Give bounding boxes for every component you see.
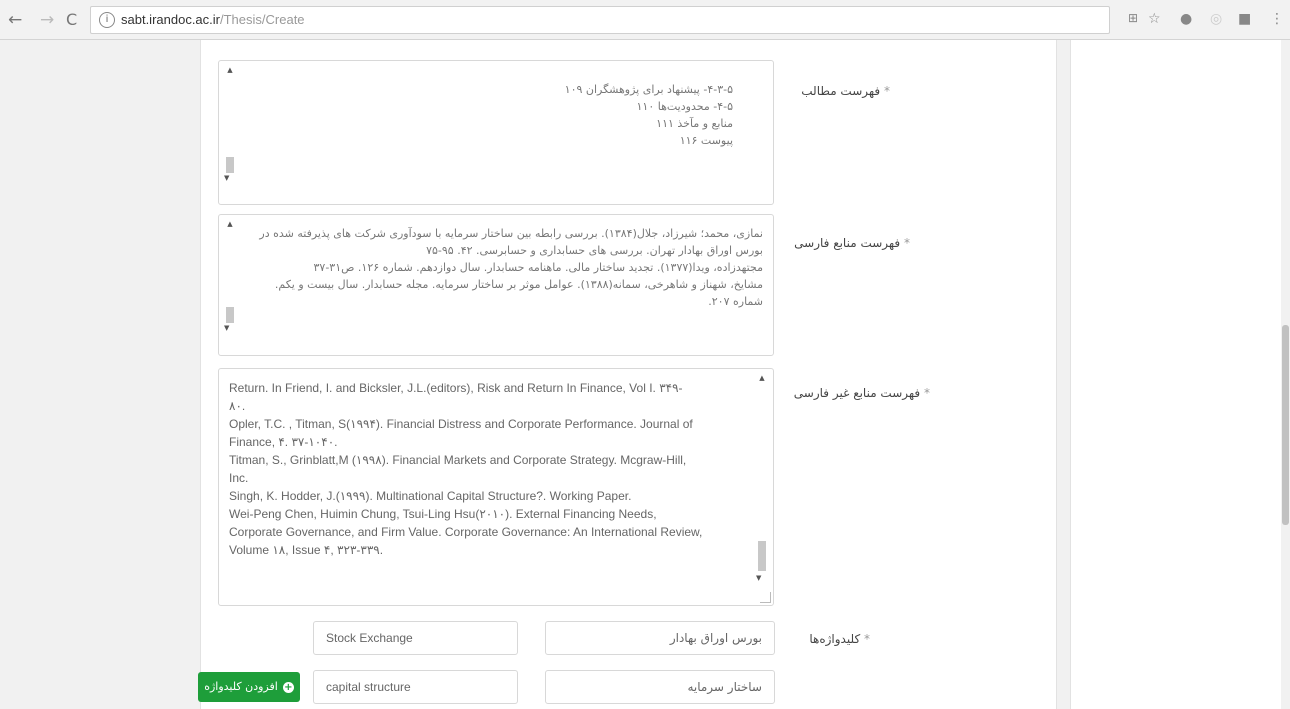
- forward-arrow-icon[interactable]: →: [40, 10, 54, 30]
- resize-grip-icon[interactable]: [760, 592, 771, 603]
- page-scrollbar[interactable]: [1281, 40, 1290, 709]
- keyword-fa-input[interactable]: ساختار سرمایه: [545, 670, 775, 704]
- back-arrow-icon[interactable]: ←: [8, 10, 22, 30]
- reload-icon[interactable]: C: [66, 10, 77, 30]
- persian-refs-text: نمازی، محمد؛ شیرزاد، جلال(۱۳۸۴). بررسی ر…: [259, 227, 763, 308]
- scroll-up-icon[interactable]: ▲: [224, 65, 236, 75]
- kebab-menu-icon[interactable]: ⋮: [1270, 11, 1284, 27]
- keyword-en-input[interactable]: capital structure: [313, 670, 518, 704]
- keyword-fa-input[interactable]: بورس اوراق بهادار: [545, 621, 775, 655]
- page-scrollbar-thumb[interactable]: [1282, 325, 1289, 525]
- extension-icon[interactable]: ●: [1180, 11, 1192, 27]
- side-panel: [1070, 40, 1281, 709]
- add-keyword-button[interactable]: +افزودن کلیدواژه: [198, 672, 300, 702]
- scroll-up-icon[interactable]: ▲: [224, 219, 236, 229]
- star-icon[interactable]: ☆: [1148, 11, 1161, 27]
- textarea-scrollbar-thumb[interactable]: [226, 157, 234, 173]
- scroll-down-icon[interactable]: ▼: [756, 573, 761, 583]
- foreign-refs-text: Return. In Friend, I. and Bicksler, J.L.…: [229, 381, 703, 557]
- translate-icon[interactable]: ⊞: [1128, 11, 1138, 25]
- scroll-down-icon[interactable]: ▼: [224, 173, 229, 183]
- plus-circle-icon: +: [282, 682, 294, 693]
- textarea-scrollbar[interactable]: ▲ ▼: [224, 219, 236, 332]
- toc-text: ۴-۳-۵- پیشنهاد برای پژوهشگران ۱۰۹ ۴-۵- م…: [564, 83, 733, 147]
- foreign-refs-textarea[interactable]: Return. In Friend, I. and Bicksler, J.L.…: [218, 368, 774, 606]
- keywords-label: * کلیدواژه‌ها: [809, 632, 870, 646]
- address-bar[interactable]: i sabt.irandoc.ac.ir/Thesis/Create: [90, 6, 1110, 34]
- browser-toolbar: ← → C i sabt.irandoc.ac.ir/Thesis/Create…: [0, 0, 1290, 40]
- url-path: /Thesis/Create: [220, 12, 305, 27]
- textarea-scrollbar[interactable]: ▲ ▼: [756, 373, 768, 582]
- persian-refs-textarea[interactable]: ▲ ▼ نمازی، محمد؛ شیرزاد، جلال(۱۳۸۴). برر…: [218, 214, 774, 356]
- extension-icon[interactable]: ■: [1238, 11, 1251, 27]
- toc-label: * فهرست مطالب: [801, 84, 890, 98]
- keyword-en-input[interactable]: Stock Exchange: [313, 621, 518, 655]
- extension-icon[interactable]: ◎: [1210, 11, 1222, 27]
- scroll-up-icon[interactable]: ▲: [756, 373, 768, 383]
- textarea-scrollbar-thumb[interactable]: [226, 307, 234, 323]
- textarea-scrollbar[interactable]: ▲ ▼: [224, 65, 236, 182]
- persian-refs-label: * فهرست منابع فارسی: [794, 236, 910, 250]
- url-text: sabt.irandoc.ac.ir/Thesis/Create: [121, 12, 305, 27]
- scroll-down-icon[interactable]: ▼: [224, 323, 229, 333]
- toc-textarea[interactable]: ▲ ▼ ۴-۳-۵- پیشنهاد برای پژوهشگران ۱۰۹ ۴-…: [218, 60, 774, 205]
- foreign-refs-label: * فهرست منابع غیر فارسی: [793, 386, 930, 400]
- textarea-scrollbar-thumb[interactable]: [758, 541, 766, 571]
- info-icon[interactable]: i: [99, 12, 115, 28]
- url-domain: sabt.irandoc.ac.ir: [121, 12, 220, 27]
